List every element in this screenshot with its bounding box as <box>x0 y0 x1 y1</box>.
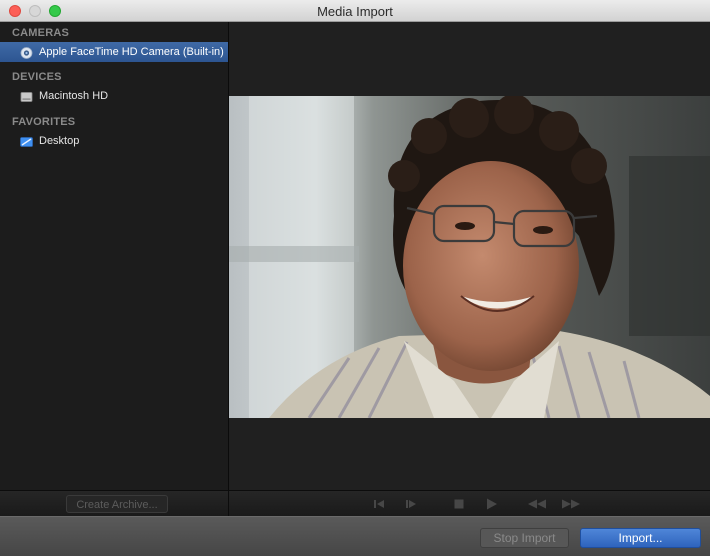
previous-frame-icon[interactable] <box>372 496 386 512</box>
stop-icon[interactable] <box>452 496 466 512</box>
camera-preview-image <box>229 96 710 418</box>
preview-viewer <box>229 22 710 490</box>
sidebar-item-desktop[interactable]: Desktop <box>0 131 228 151</box>
stop-import-button[interactable]: Stop Import <box>480 528 569 548</box>
sidebar-item-label: Macintosh HD <box>39 90 109 102</box>
title-bar: Media Import <box>0 0 710 22</box>
fast-forward-icon[interactable] <box>560 496 582 512</box>
strip-divider <box>228 491 229 517</box>
import-button[interactable]: Import... <box>580 528 701 548</box>
section-heading-cameras: CAMERAS <box>12 27 70 39</box>
window-title: Media Import <box>317 4 393 19</box>
section-heading-devices: DEVICES <box>12 71 62 83</box>
sidebar-item-label: Apple FaceTime HD Camera (Built-in) <box>39 46 224 58</box>
rewind-icon[interactable] <box>526 496 548 512</box>
sidebar-item-macintosh-hd[interactable]: Macintosh HD <box>0 86 228 106</box>
next-frame-icon[interactable] <box>404 496 418 512</box>
footer-bar: Stop Import Import... <box>0 516 710 556</box>
section-heading-favorites: FAVORITES <box>12 116 76 128</box>
control-strip: Create Archive... <box>0 490 710 517</box>
sidebar-item-facetime-camera[interactable]: Apple FaceTime HD Camera (Built-in) <box>0 42 228 62</box>
sidebar-item-label: Desktop <box>39 135 80 147</box>
create-archive-button[interactable]: Create Archive... <box>66 495 168 513</box>
source-sidebar: CAMERAS Apple FaceTime HD Camera (Built-… <box>0 22 229 490</box>
play-icon[interactable] <box>484 496 500 512</box>
camera-icon <box>20 46 33 59</box>
desktop-folder-icon <box>20 135 33 147</box>
hard-drive-icon <box>20 90 33 102</box>
